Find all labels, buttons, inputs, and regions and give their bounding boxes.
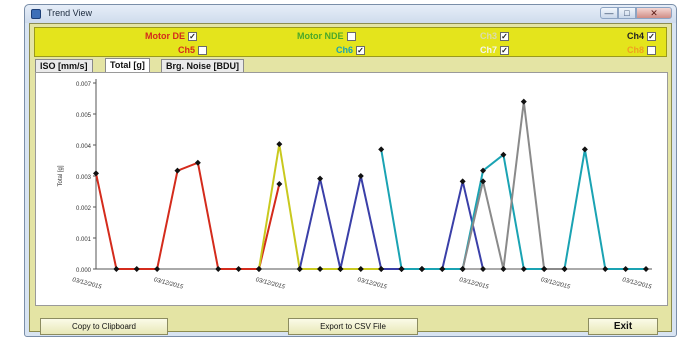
trend-chart: 0.000 0.001 0.002 0.003 0.004 0.005 0.007 Total… (35, 72, 668, 306)
data-point (520, 98, 527, 105)
tab-iso[interactable]: ISO [mm/s] (35, 59, 93, 73)
data-point (398, 266, 405, 272)
channel-label: Ch7 (480, 45, 498, 55)
checkbox-ch7[interactable]: ✓ (500, 45, 510, 55)
checkbox-motor-nde[interactable] (346, 31, 356, 41)
data-point (113, 266, 120, 272)
data-point (255, 266, 262, 272)
data-point (541, 266, 548, 272)
data-point (235, 266, 242, 272)
data-point (439, 266, 446, 272)
y-axis-label: Total [g] (58, 165, 64, 186)
data-point (194, 159, 201, 166)
data-point (296, 266, 303, 272)
minimize-button[interactable]: — (600, 7, 618, 19)
data-point (174, 167, 181, 174)
checkbox-ch3[interactable]: ✓ (500, 31, 510, 41)
window-title: Trend View (47, 8, 93, 18)
close-button[interactable]: ✕ (636, 7, 672, 19)
data-point (337, 266, 344, 272)
data-point (378, 266, 385, 272)
y-tick-label: 0.000 (76, 268, 92, 274)
data-point (520, 266, 527, 272)
title-bar[interactable]: Trend View — □ ✕ (25, 5, 676, 23)
channel-label: Ch4 (627, 31, 645, 41)
tab-total[interactable]: Total [g] (105, 58, 150, 73)
data-point (581, 146, 588, 153)
x-tick-label: 03/12/2015 (621, 277, 652, 291)
export-csv-button[interactable]: Export to CSV File (288, 318, 418, 335)
y-tick-label: 0.007 (76, 82, 92, 88)
channel-label: Ch3 (480, 31, 498, 41)
data-point (93, 170, 99, 177)
data-point (357, 266, 364, 272)
checkbox-motor-de[interactable]: ✓ (188, 31, 197, 41)
data-point (418, 266, 425, 272)
data-point (561, 266, 568, 272)
data-point (500, 266, 507, 272)
trend-view-window: Trend View — □ ✕ Motor DE ✓ Motor NDE Ch… (24, 4, 677, 337)
channel-toggle-motor-de[interactable]: Motor DE ✓ (145, 31, 197, 41)
maximize-button[interactable]: □ (618, 7, 636, 19)
channel-toggle-ch3[interactable]: Ch3 ✓ (480, 31, 510, 41)
checkbox-ch4[interactable]: ✓ (647, 31, 657, 41)
y-tick-label: 0.004 (76, 144, 92, 150)
data-point (276, 141, 283, 148)
data-point (357, 173, 364, 179)
channel-toggle-ch8[interactable]: Ch8 (627, 45, 657, 55)
series-line (95, 161, 281, 270)
x-tick-label: 03/12/2015 (459, 277, 490, 291)
channel-toggle-ch4[interactable]: Ch4 ✓ (627, 31, 657, 41)
checkbox-ch8[interactable] (647, 45, 657, 55)
data-point (276, 180, 283, 187)
x-tick-label: 03/12/2015 (71, 277, 102, 291)
data-point (480, 266, 487, 272)
data-point (215, 266, 222, 272)
checkbox-ch6[interactable]: ✓ (356, 45, 366, 55)
app-icon (31, 9, 41, 19)
tab-bearing-noise[interactable]: Brg. Noise [BDU] (161, 59, 245, 73)
data-point (459, 266, 466, 272)
window-content: Motor DE ✓ Motor NDE Ch3 ✓ Ch4 ✓ Ch5 Ch6 (29, 23, 672, 335)
channel-toggle-ch5[interactable]: Ch5 (178, 45, 208, 55)
channel-label: Ch8 (627, 45, 645, 55)
y-tick-label: 0.003 (76, 175, 92, 181)
channel-toggle-ch6[interactable]: Ch6 ✓ (336, 45, 366, 55)
data-point (154, 266, 161, 272)
y-tick-label: 0.005 (76, 113, 92, 119)
data-point (602, 266, 609, 272)
x-tick-label: 03/12/2015 (255, 277, 286, 291)
x-tick-label: 03/12/2015 (540, 277, 571, 291)
data-point (133, 266, 140, 272)
channel-label: Motor DE (145, 31, 185, 41)
channel-label: Ch6 (336, 45, 354, 55)
channel-label: Ch5 (178, 45, 196, 55)
channel-selector-bar: Motor DE ✓ Motor NDE Ch3 ✓ Ch4 ✓ Ch5 Ch6 (34, 27, 667, 57)
copy-to-clipboard-button[interactable]: Copy to Clipboard (40, 318, 168, 335)
x-tick-label: 03/12/2015 (153, 277, 184, 291)
data-point (622, 266, 629, 272)
data-point (378, 146, 385, 153)
checkbox-ch5[interactable] (198, 45, 208, 55)
data-point (317, 266, 324, 272)
exit-button[interactable]: Exit (588, 318, 658, 335)
y-tick-label: 0.001 (76, 237, 92, 243)
data-point (317, 175, 324, 182)
x-tick-label: 03/12/2015 (357, 277, 388, 291)
channel-toggle-ch7[interactable]: Ch7 ✓ (480, 45, 510, 55)
series-line (298, 175, 484, 270)
data-point (643, 266, 649, 272)
channel-label: Motor NDE (297, 31, 344, 41)
trend-chart-svg: 0.000 0.001 0.002 0.003 0.004 0.005 0.007 Total… (58, 79, 653, 291)
series-line (380, 149, 646, 270)
data-point (459, 178, 466, 185)
channel-toggle-motor-nde[interactable]: Motor NDE (297, 31, 356, 41)
y-tick-label: 0.002 (76, 206, 92, 212)
